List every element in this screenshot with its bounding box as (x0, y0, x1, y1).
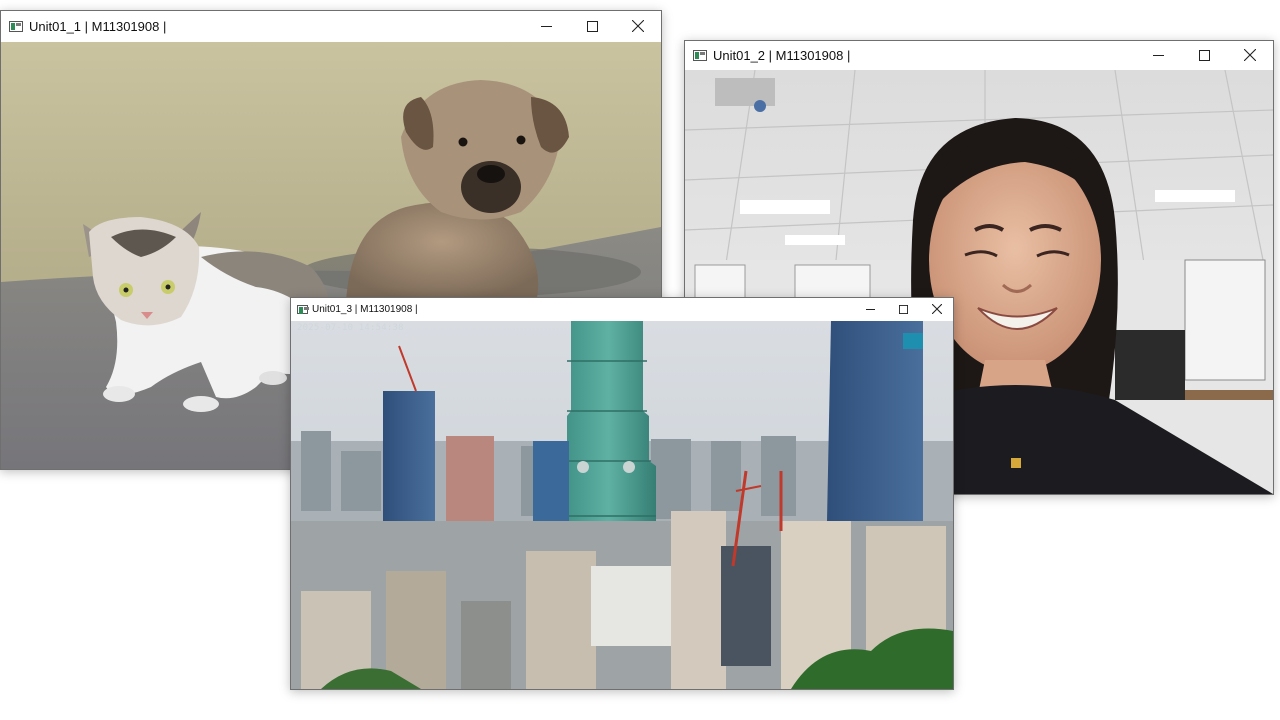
minimize-button[interactable] (1135, 41, 1181, 69)
minimize-icon (866, 308, 875, 310)
maximize-button[interactable] (1181, 41, 1227, 69)
app-icon (693, 49, 707, 61)
maximize-button[interactable] (887, 298, 920, 320)
minimize-icon (540, 25, 552, 27)
close-icon (1244, 49, 1256, 61)
window-title: Unit01_3 | M11301908 | (312, 303, 418, 315)
close-button[interactable] (615, 11, 661, 41)
window-title: Unit01_2 | M11301908 | (713, 47, 851, 63)
close-icon (931, 304, 942, 314)
camera-view: 2025-07-10 14:54:38 (291, 321, 953, 689)
minimize-button[interactable] (854, 298, 887, 320)
maximize-icon (586, 20, 598, 32)
window-title: Unit01_1 | M11301908 | (29, 18, 167, 34)
close-icon (632, 20, 644, 32)
title-bar[interactable]: Unit01_3 | M11301908 | (291, 298, 953, 320)
window-unit01-3[interactable]: Unit01_3 | M11301908 | 2025-07-10 14:54:… (290, 297, 954, 690)
maximize-button[interactable] (569, 11, 615, 41)
close-button[interactable] (920, 298, 953, 320)
title-bar[interactable]: Unit01_1 | M11301908 | (1, 11, 661, 41)
timestamp-overlay: 2025-07-10 14:54:38 (297, 323, 404, 333)
minimize-button[interactable] (523, 11, 569, 41)
app-icon (297, 304, 309, 314)
app-icon (9, 20, 23, 32)
city-skyline-photo (291, 321, 953, 689)
close-button[interactable] (1227, 41, 1273, 69)
maximize-icon (1198, 49, 1210, 61)
maximize-icon (899, 304, 908, 314)
minimize-icon (1152, 54, 1164, 56)
title-bar[interactable]: Unit01_2 | M11301908 | (685, 41, 1273, 69)
